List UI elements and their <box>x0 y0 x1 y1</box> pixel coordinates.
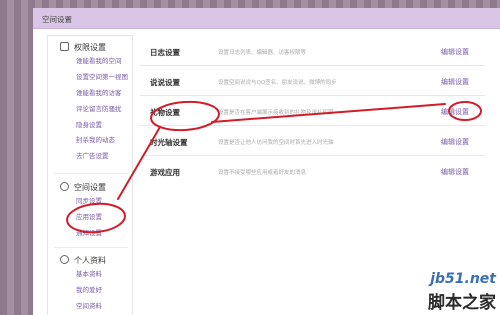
annotation-circle-app-settings <box>66 202 126 234</box>
annotation-circle-edit-settings <box>448 101 482 121</box>
annotation-arrow-to-edit <box>211 103 446 123</box>
annotation-arrow-to-app <box>117 126 161 200</box>
annotation-overlay <box>66 100 482 234</box>
